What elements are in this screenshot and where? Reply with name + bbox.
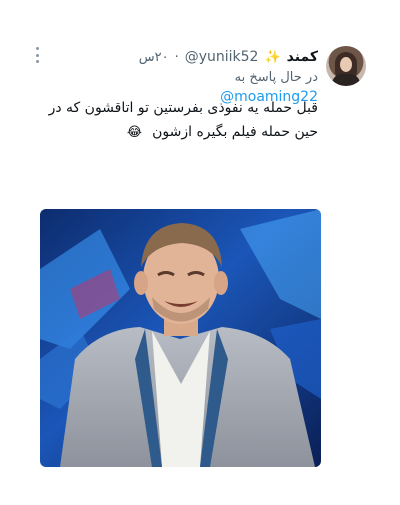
separator-dot: · xyxy=(174,49,179,65)
reply-context: در حال پاسخ به xyxy=(235,70,318,88)
user-handle[interactable]: @yuniik52 xyxy=(185,49,259,65)
more-vertical-icon[interactable] xyxy=(30,47,44,63)
laughing-emoji-icon: 😂 xyxy=(126,125,143,140)
tweet[interactable]: ۲۰س · @yuniik52 ✨ کمند در حال پاسخ به @m… xyxy=(0,0,400,505)
sparkle-icon: ✨ xyxy=(264,49,281,65)
man-laughing-photo xyxy=(40,209,321,467)
tweet-text: قبل حمله یه نفوذی بفرستین تو اتاقشون که … xyxy=(48,100,318,140)
tweet-time[interactable]: ۲۰س xyxy=(139,50,169,65)
tweet-header: ۲۰س · @yuniik52 ✨ کمند xyxy=(139,47,318,67)
display-name[interactable]: کمند xyxy=(287,49,318,65)
tweet-image[interactable] xyxy=(40,209,321,467)
reply-prefix: در حال پاسخ به xyxy=(234,70,318,85)
avatar[interactable] xyxy=(326,46,366,86)
tweet-text-container: قبل حمله یه نفوذی بفرستین تو اتاقشون که … xyxy=(28,96,318,145)
